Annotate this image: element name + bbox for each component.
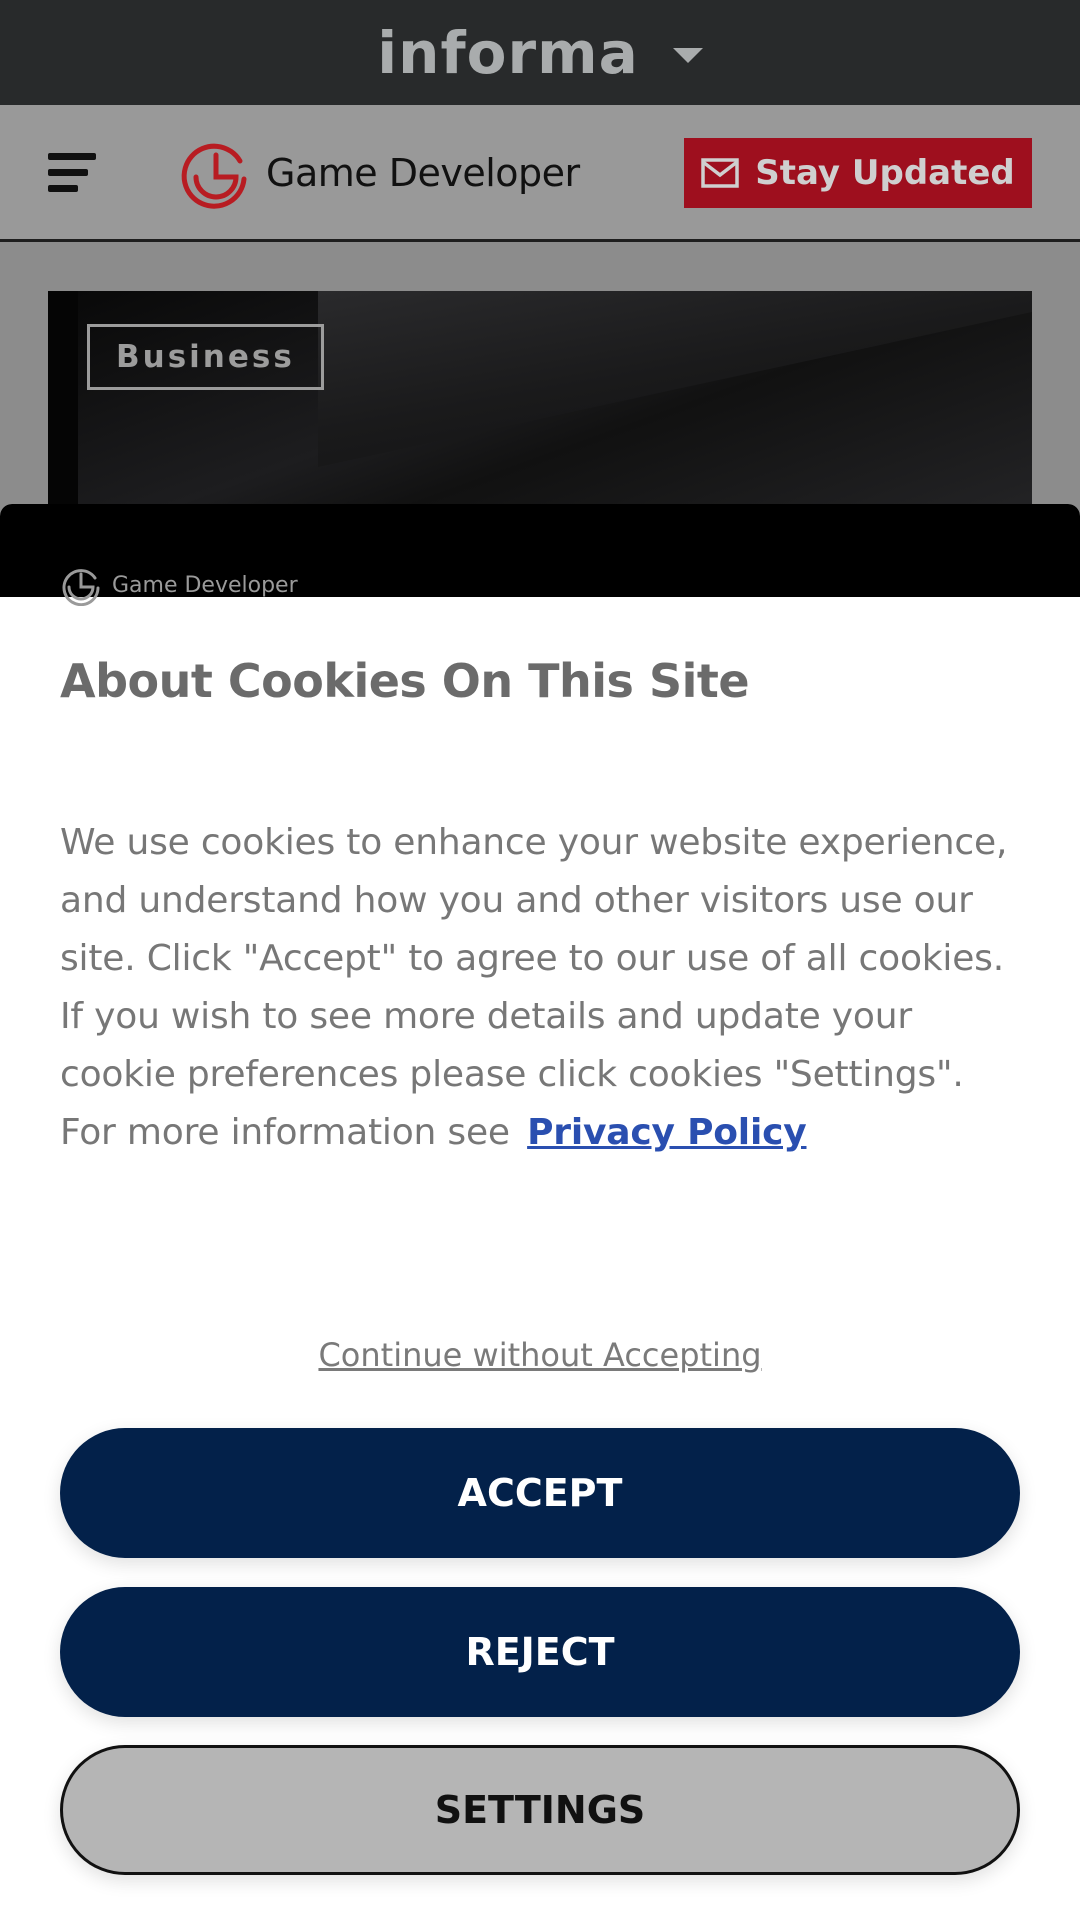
dialog-body: We use cookies to enhance your website e… (60, 814, 1020, 1162)
stay-updated-label: Stay Updated (755, 153, 1015, 193)
stay-updated-button[interactable]: Stay Updated (684, 138, 1032, 208)
chevron-down-icon[interactable] (672, 48, 703, 63)
dialog-body-text: We use cookies to enhance your website e… (60, 822, 1008, 1153)
continue-without-accepting-link[interactable]: Continue without Accepting (0, 1336, 1080, 1374)
informa-bar: informa (0, 0, 1080, 105)
dialog-logo: Game Developer (60, 564, 298, 606)
hero-image[interactable]: Business (48, 291, 1032, 511)
site-logo[interactable]: Game Developer (180, 137, 580, 209)
settings-button[interactable]: SETTINGS (60, 1745, 1020, 1875)
informa-logo[interactable]: informa (377, 19, 638, 87)
dialog-title: About Cookies On This Site (60, 654, 750, 708)
dialog-header: Game Developer (0, 504, 1080, 606)
reject-button[interactable]: REJECT (60, 1587, 1020, 1717)
game-developer-logo-icon (62, 569, 100, 606)
category-tag[interactable]: Business (87, 324, 324, 390)
dialog-logo-text: Game Developer (112, 572, 298, 598)
game-developer-logo-icon (181, 143, 247, 209)
privacy-policy-link[interactable]: Privacy Policy (527, 1112, 807, 1153)
mail-icon (701, 158, 739, 188)
accept-button[interactable]: ACCEPT (60, 1428, 1020, 1558)
menu-icon[interactable] (48, 153, 98, 193)
site-header: Game Developer Stay Updated (0, 105, 1080, 242)
cookie-consent-dialog: Game Developer About Cookies On This Sit… (0, 504, 1080, 1920)
logo-text: Game Developer (266, 151, 580, 195)
